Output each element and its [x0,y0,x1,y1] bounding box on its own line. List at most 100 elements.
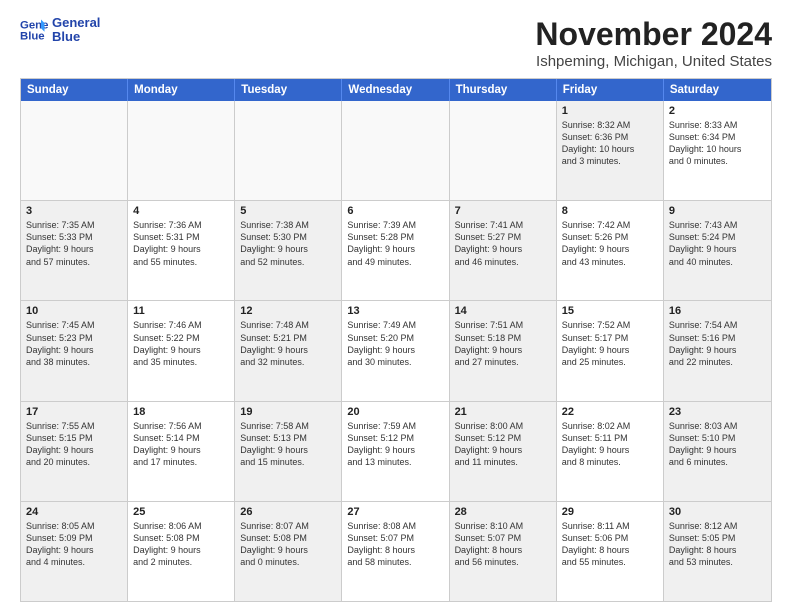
calendar-cell: 25Sunrise: 8:06 AM Sunset: 5:08 PM Dayli… [128,502,235,601]
calendar-row: 24Sunrise: 8:05 AM Sunset: 5:09 PM Dayli… [21,502,771,601]
day-number: 16 [669,305,766,317]
day-info: Sunrise: 7:55 AM Sunset: 5:15 PM Dayligh… [26,420,122,469]
calendar-cell: 18 Sunrise: 7:56 AM Sunset: 5:14 PM Dayli… [128,402,235,501]
calendar-body: 1Sunrise: 8:32 AM Sunset: 6:36 PM Daylig… [21,101,771,601]
day-number: 22 [562,406,658,418]
calendar-cell: 6 Sunrise: 7:39 AM Sunset: 5:28 PM Daylig… [342,201,449,300]
day-number: 9 [669,205,766,217]
day-number: 5 [240,205,336,217]
day-info: Sunrise: 7:39 AM Sunset: 5:28 PM Dayligh… [347,219,443,268]
day-info: Sunrise: 7:49 AM Sunset: 5:20 PM Dayligh… [347,319,443,368]
calendar-cell: 29 Sunrise: 8:11 AM Sunset: 5:06 PM Dayli… [557,502,664,601]
day-number: 1 [562,105,658,117]
calendar-cell [128,101,235,200]
calendar-cell: 2 Sunrise: 8:33 AM Sunset: 6:34 PM Daylig… [664,101,771,200]
day-info: Sunrise: 7:38 AM Sunset: 5:30 PM Dayligh… [240,219,336,268]
calendar-cell: 23 Sunrise: 8:03 AM Sunset: 5:10 PM Dayli… [664,402,771,501]
logo: General Blue General Blue [20,16,100,45]
day-info: Sunrise: 8:08 AM Sunset: 5:07 PM Dayligh… [347,520,443,569]
day-number: 15 [562,305,658,317]
day-number: 20 [347,406,443,418]
day-info: Sunrise: 7:52 AM Sunset: 5:17 PM Dayligh… [562,319,658,368]
day-info: Sunrise: 7:48 AM Sunset: 5:21 PM Dayligh… [240,319,336,368]
calendar-cell: 20Sunrise: 7:59 AM Sunset: 5:12 PM Dayli… [342,402,449,501]
day-number: 8 [562,205,658,217]
calendar: SundayMondayTuesdayWednesdayThursdayFrid… [20,78,772,602]
calendar-header-cell: Monday [128,79,235,101]
day-number: 3 [26,205,122,217]
day-number: 28 [455,506,551,518]
day-info: Sunrise: 8:03 AM Sunset: 5:10 PM Dayligh… [669,420,766,469]
header: General Blue General Blue November 2024 … [20,16,772,70]
main-title: November 2024 [535,16,772,53]
day-info: Sunrise: 7:35 AM Sunset: 5:33 PM Dayligh… [26,219,122,268]
day-info: Sunrise: 7:43 AM Sunset: 5:24 PM Dayligh… [669,219,766,268]
day-number: 18 [133,406,229,418]
day-number: 26 [240,506,336,518]
calendar-header-cell: Thursday [450,79,557,101]
calendar-header-cell: Saturday [664,79,771,101]
calendar-row: 10Sunrise: 7:45 AM Sunset: 5:23 PM Dayli… [21,301,771,401]
day-number: 2 [669,105,766,117]
calendar-row: 17 Sunrise: 7:55 AM Sunset: 5:15 PM Dayli… [21,402,771,502]
day-number: 29 [562,506,658,518]
day-info: Sunrise: 8:10 AM Sunset: 5:07 PM Dayligh… [455,520,551,569]
calendar-cell: 26 Sunrise: 8:07 AM Sunset: 5:08 PM Dayli… [235,502,342,601]
calendar-cell: 17 Sunrise: 7:55 AM Sunset: 5:15 PM Dayli… [21,402,128,501]
day-info: Sunrise: 7:58 AM Sunset: 5:13 PM Dayligh… [240,420,336,469]
calendar-cell: 30 Sunrise: 8:12 AM Sunset: 5:05 PM Dayli… [664,502,771,601]
day-number: 11 [133,305,229,317]
calendar-cell: 9 Sunrise: 7:43 AM Sunset: 5:24 PM Daylig… [664,201,771,300]
day-number: 6 [347,205,443,217]
day-number: 13 [347,305,443,317]
calendar-cell: 27Sunrise: 8:08 AM Sunset: 5:07 PM Dayli… [342,502,449,601]
calendar-cell: 10Sunrise: 7:45 AM Sunset: 5:23 PM Dayli… [21,301,128,400]
logo-line2: Blue [52,30,100,44]
calendar-cell: 15 Sunrise: 7:52 AM Sunset: 5:17 PM Dayli… [557,301,664,400]
calendar-row: 1Sunrise: 8:32 AM Sunset: 6:36 PM Daylig… [21,101,771,201]
calendar-cell: 12 Sunrise: 7:48 AM Sunset: 5:21 PM Dayli… [235,301,342,400]
day-info: Sunrise: 8:12 AM Sunset: 5:05 PM Dayligh… [669,520,766,569]
calendar-cell: 5 Sunrise: 7:38 AM Sunset: 5:30 PM Daylig… [235,201,342,300]
calendar-cell: 14Sunrise: 7:51 AM Sunset: 5:18 PM Dayli… [450,301,557,400]
day-info: Sunrise: 7:45 AM Sunset: 5:23 PM Dayligh… [26,319,122,368]
day-info: Sunrise: 8:33 AM Sunset: 6:34 PM Dayligh… [669,119,766,168]
calendar-cell: 8 Sunrise: 7:42 AM Sunset: 5:26 PM Daylig… [557,201,664,300]
calendar-cell [342,101,449,200]
day-info: Sunrise: 8:11 AM Sunset: 5:06 PM Dayligh… [562,520,658,569]
day-info: Sunrise: 7:56 AM Sunset: 5:14 PM Dayligh… [133,420,229,469]
day-info: Sunrise: 7:36 AM Sunset: 5:31 PM Dayligh… [133,219,229,268]
calendar-cell: 7Sunrise: 7:41 AM Sunset: 5:27 PM Daylig… [450,201,557,300]
calendar-header-cell: Sunday [21,79,128,101]
day-number: 7 [455,205,551,217]
calendar-cell: 22 Sunrise: 8:02 AM Sunset: 5:11 PM Dayli… [557,402,664,501]
calendar-cell: 28 Sunrise: 8:10 AM Sunset: 5:07 PM Dayli… [450,502,557,601]
calendar-row: 3 Sunrise: 7:35 AM Sunset: 5:33 PM Daylig… [21,201,771,301]
day-info: Sunrise: 8:02 AM Sunset: 5:11 PM Dayligh… [562,420,658,469]
title-block: November 2024 Ishpeming, Michigan, Unite… [535,16,772,70]
day-number: 12 [240,305,336,317]
day-number: 24 [26,506,122,518]
calendar-header-cell: Friday [557,79,664,101]
day-number: 30 [669,506,766,518]
day-number: 17 [26,406,122,418]
day-info: Sunrise: 7:46 AM Sunset: 5:22 PM Dayligh… [133,319,229,368]
logo-icon: General Blue [20,16,48,44]
calendar-cell [235,101,342,200]
calendar-cell: 13 Sunrise: 7:49 AM Sunset: 5:20 PM Dayli… [342,301,449,400]
day-number: 23 [669,406,766,418]
day-info: Sunrise: 8:00 AM Sunset: 5:12 PM Dayligh… [455,420,551,469]
day-info: Sunrise: 7:42 AM Sunset: 5:26 PM Dayligh… [562,219,658,268]
day-number: 19 [240,406,336,418]
calendar-cell [450,101,557,200]
page: General Blue General Blue November 2024 … [0,0,792,612]
calendar-cell: 3 Sunrise: 7:35 AM Sunset: 5:33 PM Daylig… [21,201,128,300]
calendar-header-cell: Wednesday [342,79,449,101]
calendar-cell: 16Sunrise: 7:54 AM Sunset: 5:16 PM Dayli… [664,301,771,400]
logo-line1: General [52,16,100,30]
day-number: 25 [133,506,229,518]
day-info: Sunrise: 8:07 AM Sunset: 5:08 PM Dayligh… [240,520,336,569]
calendar-header-cell: Tuesday [235,79,342,101]
calendar-cell: 11 Sunrise: 7:46 AM Sunset: 5:22 PM Dayli… [128,301,235,400]
calendar-cell: 19 Sunrise: 7:58 AM Sunset: 5:13 PM Dayli… [235,402,342,501]
